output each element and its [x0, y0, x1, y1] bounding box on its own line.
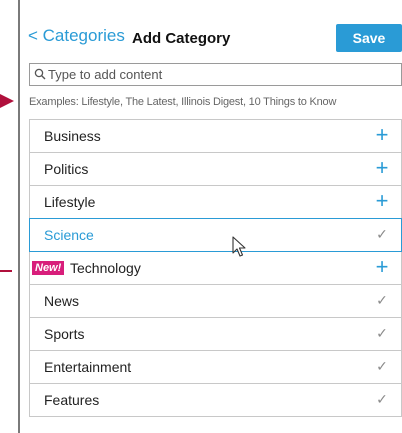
- category-row-entertainment[interactable]: Entertainment ✓: [29, 351, 402, 384]
- category-list: Business + Politics + Lifestyle + Scienc…: [29, 119, 402, 417]
- category-row-lifestyle[interactable]: Lifestyle +: [29, 186, 402, 219]
- new-badge: New!: [32, 261, 65, 275]
- back-to-categories-link[interactable]: < Categories: [28, 26, 125, 46]
- page-title: Add Category: [132, 30, 231, 47]
- category-label: Business: [44, 128, 101, 144]
- search-input[interactable]: [48, 66, 388, 83]
- header: < Categories Add Category Save: [20, 14, 402, 58]
- category-row-science[interactable]: Science ✓: [29, 218, 402, 252]
- callout-pointer-left: [0, 270, 12, 272]
- plus-icon[interactable]: +: [373, 157, 391, 179]
- category-row-politics[interactable]: Politics +: [29, 153, 402, 186]
- category-row-features[interactable]: Features ✓: [29, 384, 402, 417]
- check-icon[interactable]: ✓: [373, 225, 391, 243]
- category-label: Technology: [70, 260, 141, 276]
- category-label: Features: [44, 392, 100, 408]
- category-row-news[interactable]: News ✓: [29, 285, 402, 318]
- category-row-business[interactable]: Business +: [29, 120, 402, 153]
- category-label: News: [44, 293, 80, 309]
- category-label: Science: [44, 227, 94, 243]
- search-icon: [34, 68, 46, 80]
- category-label: Politics: [44, 161, 89, 177]
- plus-icon[interactable]: +: [373, 124, 391, 146]
- check-icon[interactable]: ✓: [373, 390, 391, 408]
- check-icon[interactable]: ✓: [373, 324, 391, 342]
- plus-icon[interactable]: +: [373, 190, 391, 212]
- check-icon[interactable]: ✓: [373, 291, 391, 309]
- check-icon[interactable]: ✓: [373, 357, 391, 375]
- callout-arrow-left: [0, 94, 14, 108]
- search-box[interactable]: [29, 63, 402, 86]
- plus-icon[interactable]: +: [373, 256, 391, 278]
- category-label: Entertainment: [44, 359, 132, 375]
- save-button[interactable]: Save: [336, 24, 402, 52]
- add-category-panel: < Categories Add Category Save Examples:…: [18, 0, 402, 433]
- category-row-technology[interactable]: New! Technology +: [29, 252, 402, 285]
- category-label: Lifestyle: [44, 194, 96, 210]
- examples-hint: Examples: Lifestyle, The Latest, Illinoi…: [29, 96, 337, 108]
- category-label: Sports: [44, 326, 85, 342]
- category-row-sports[interactable]: Sports ✓: [29, 318, 402, 351]
